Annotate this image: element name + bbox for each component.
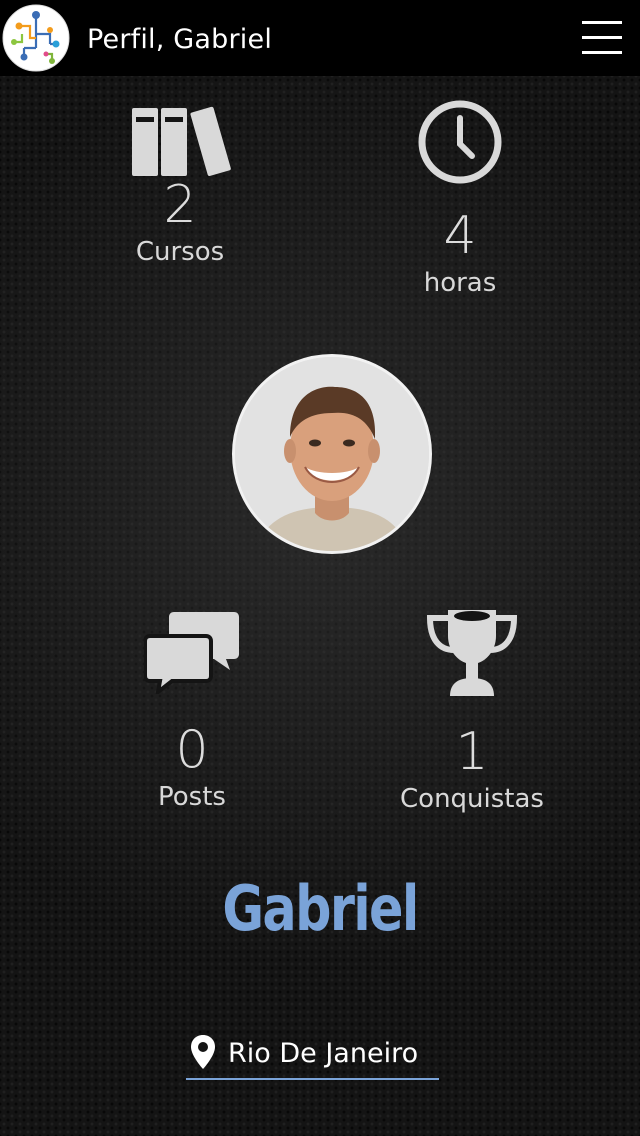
profile-name: Gabriel: [222, 872, 419, 945]
stat-conquistas[interactable]: 1 Conquistas: [362, 606, 582, 814]
cursos-label: Cursos: [135, 237, 225, 267]
hamburger-menu-icon[interactable]: [580, 18, 624, 58]
map-pin-icon: [191, 1035, 215, 1069]
user-avatar-photo: [235, 357, 429, 551]
horas-label: horas: [423, 268, 497, 298]
location-field[interactable]: Rio De Janeiro: [186, 1034, 439, 1080]
posts-count: 0: [175, 720, 209, 780]
avatar[interactable]: [232, 354, 432, 554]
books-icon: [132, 106, 231, 176]
clock-icon: [418, 100, 502, 184]
stat-cursos[interactable]: 2 Cursos: [70, 105, 290, 267]
stat-horas[interactable]: 4 horas: [350, 98, 570, 298]
app-logo-icon[interactable]: [2, 4, 70, 72]
posts-label: Posts: [158, 782, 226, 812]
top-bar: Perfil, Gabriel: [0, 0, 640, 76]
chat-bubbles-icon: [144, 612, 239, 694]
trophy-icon: [426, 610, 518, 696]
cursos-count: 2: [163, 175, 197, 235]
page-title: Perfil, Gabriel: [87, 24, 273, 55]
stat-posts[interactable]: 0 Posts: [82, 610, 302, 812]
conquistas-label: Conquistas: [400, 784, 544, 814]
horas-count: 4: [443, 206, 477, 266]
location-text: Rio De Janeiro: [228, 1038, 419, 1069]
conquistas-count: 1: [455, 722, 489, 782]
